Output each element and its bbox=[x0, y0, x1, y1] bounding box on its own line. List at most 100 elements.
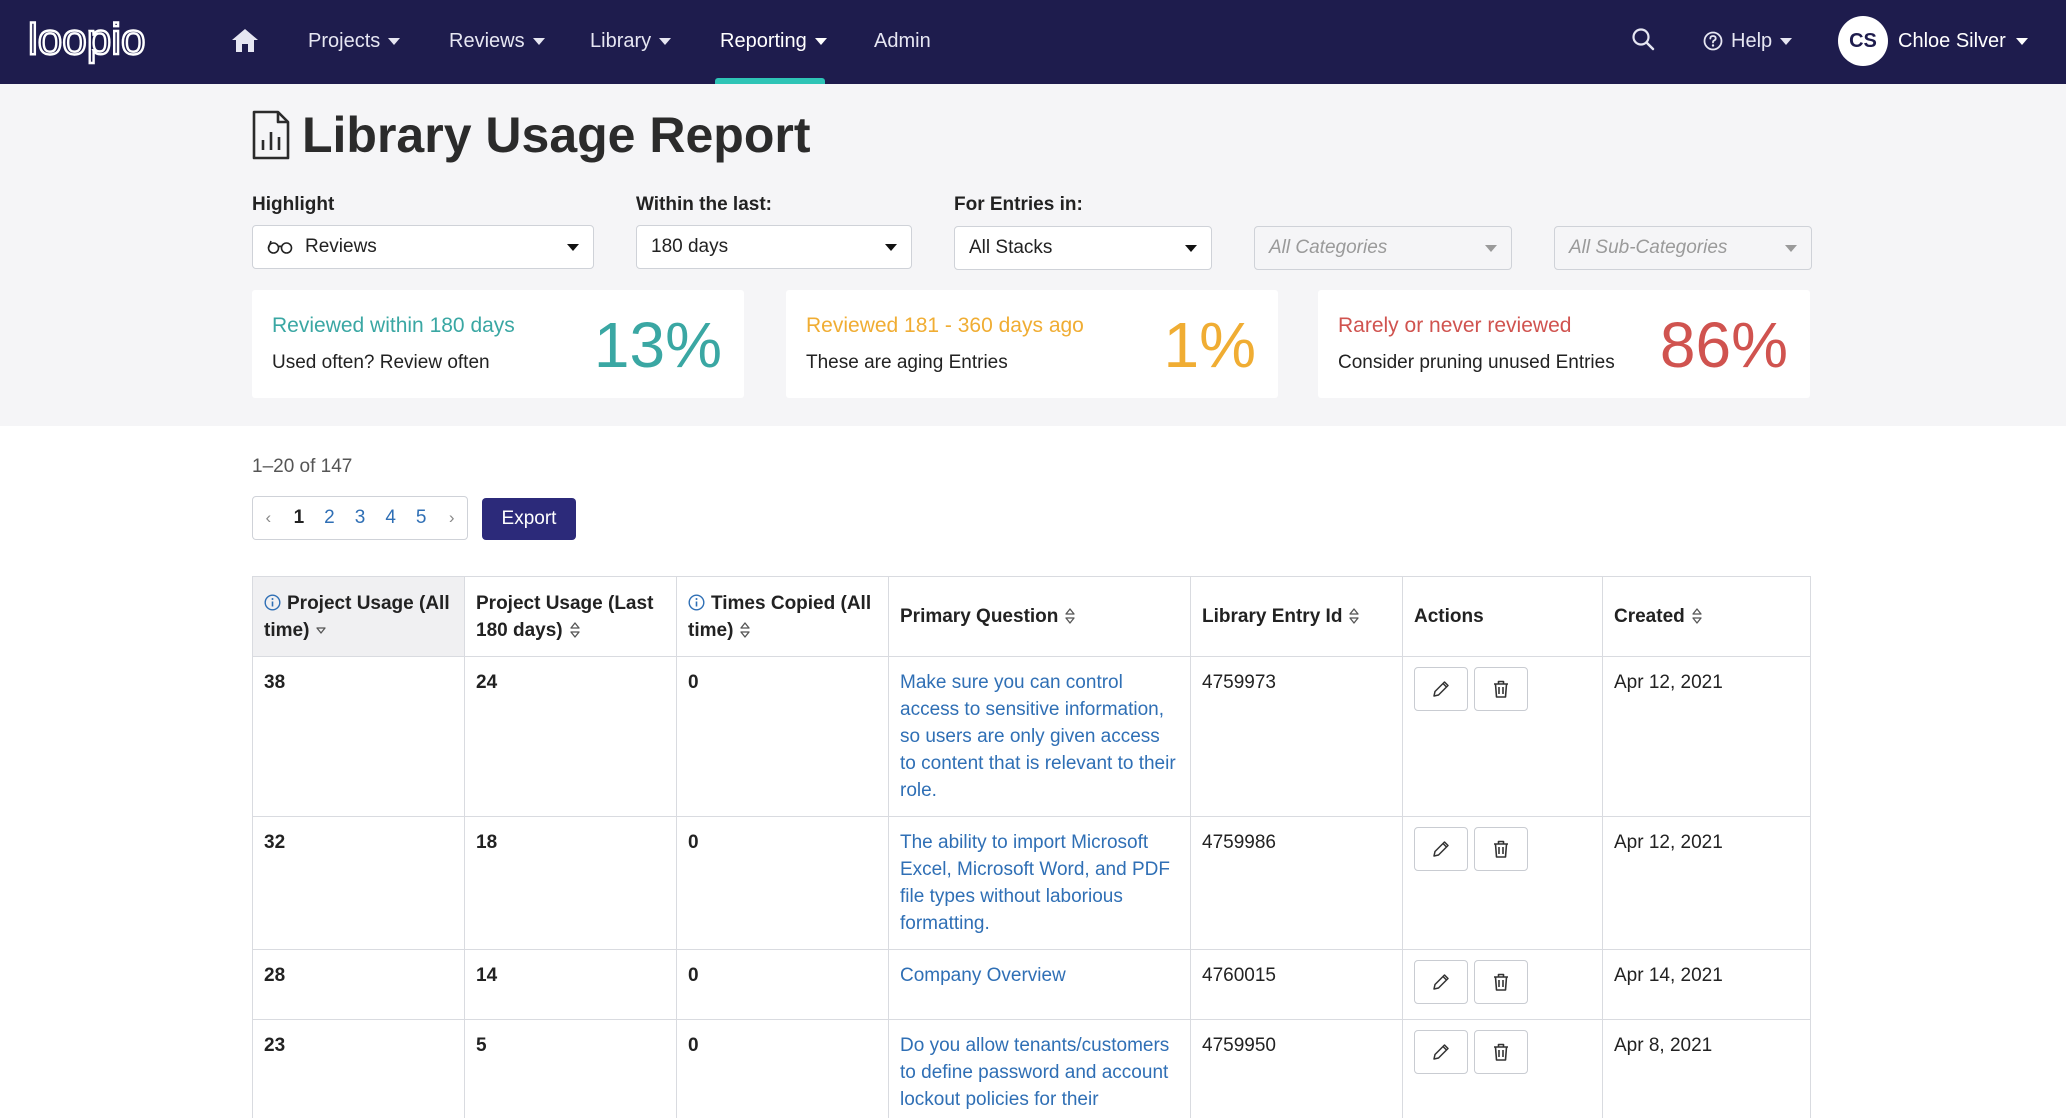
prev-page-button[interactable]: ‹ bbox=[253, 508, 284, 528]
cell-entry-id: 4759973 bbox=[1190, 656, 1403, 817]
sort-icon bbox=[1349, 608, 1360, 624]
cell-usage-180: 5 bbox=[464, 1019, 677, 1118]
categories-select[interactable]: All Categories bbox=[1254, 226, 1512, 270]
search-icon[interactable] bbox=[1630, 26, 1656, 52]
loopio-logo[interactable]: loopio bbox=[28, 14, 168, 68]
entries-label: For Entries in: bbox=[954, 194, 1083, 215]
cell-usage-all: 28 bbox=[252, 949, 465, 1020]
nav-reviews[interactable]: Reviews bbox=[449, 26, 545, 56]
chevron-down-icon bbox=[388, 37, 401, 45]
home-icon[interactable] bbox=[230, 26, 260, 54]
cell-usage-180: 14 bbox=[464, 949, 677, 1020]
glasses-icon bbox=[267, 240, 293, 254]
export-button[interactable]: Export bbox=[482, 498, 576, 540]
col-created[interactable]: Created bbox=[1602, 576, 1811, 657]
cell-created: Apr 12, 2021 bbox=[1602, 816, 1811, 950]
sort-icon bbox=[1692, 608, 1702, 624]
cell-times-copied: 0 bbox=[676, 816, 889, 950]
sort-desc-icon bbox=[316, 626, 327, 634]
card-title: Reviewed 181 - 360 days ago bbox=[806, 314, 1084, 337]
cell-primary-question-link[interactable]: Make sure you can control access to sens… bbox=[888, 656, 1191, 817]
cell-primary-question-link[interactable]: Do you allow tenants/customers to define… bbox=[888, 1019, 1191, 1118]
table-header-row: Project Usage (All time) Project Usage (… bbox=[252, 576, 1811, 657]
page-5[interactable]: 5 bbox=[406, 507, 437, 529]
pencil-icon bbox=[1433, 841, 1449, 857]
info-icon[interactable] bbox=[688, 593, 705, 611]
cell-actions bbox=[1402, 949, 1603, 1020]
card-reviewed-aging: Reviewed 181 - 360 days ago These are ag… bbox=[786, 290, 1278, 398]
cell-primary-question-link[interactable]: The ability to import Microsoft Excel, M… bbox=[888, 816, 1191, 950]
card-title: Rarely or never reviewed bbox=[1338, 314, 1572, 337]
help-icon bbox=[1703, 31, 1723, 51]
edit-button[interactable] bbox=[1414, 827, 1468, 871]
chevron-down-icon bbox=[885, 243, 897, 251]
report-chart-icon bbox=[252, 110, 290, 160]
cell-entry-id: 4759950 bbox=[1190, 1019, 1403, 1118]
pencil-icon bbox=[1433, 974, 1449, 990]
col-primary-question[interactable]: Primary Question bbox=[888, 576, 1191, 657]
nav-projects[interactable]: Projects bbox=[308, 26, 401, 56]
col-entry-id[interactable]: Library Entry Id bbox=[1190, 576, 1403, 657]
col-usage-all[interactable]: Project Usage (All time) bbox=[252, 576, 465, 657]
nav-admin[interactable]: Admin bbox=[874, 26, 931, 56]
page-4[interactable]: 4 bbox=[375, 507, 406, 529]
col-times-copied[interactable]: Times Copied (All time) bbox=[676, 576, 889, 657]
card-subtitle: These are aging Entries bbox=[806, 352, 1008, 373]
help-menu[interactable]: Help bbox=[1703, 26, 1793, 56]
pencil-icon bbox=[1433, 1044, 1449, 1060]
sort-icon bbox=[1065, 608, 1076, 624]
chevron-down-icon bbox=[567, 243, 579, 251]
cell-usage-all: 32 bbox=[252, 816, 465, 950]
delete-button[interactable] bbox=[1474, 1030, 1528, 1074]
within-select[interactable]: 180 days bbox=[636, 225, 912, 269]
chevron-down-icon bbox=[1785, 244, 1797, 252]
table-row: 32 18 0 The ability to import Microsoft … bbox=[252, 816, 1811, 950]
edit-button[interactable] bbox=[1414, 667, 1468, 711]
info-icon[interactable] bbox=[264, 593, 281, 611]
delete-button[interactable] bbox=[1474, 667, 1528, 711]
avatar[interactable]: CS bbox=[1838, 16, 1888, 66]
col-actions: Actions bbox=[1402, 576, 1603, 657]
cell-usage-all: 38 bbox=[252, 656, 465, 817]
cell-actions bbox=[1402, 656, 1603, 817]
cell-primary-question-link[interactable]: Company Overview bbox=[888, 949, 1191, 1020]
highlight-select[interactable]: Reviews bbox=[252, 225, 594, 269]
trash-icon bbox=[1494, 840, 1508, 858]
col-usage-180[interactable]: Project Usage (Last 180 days) bbox=[464, 576, 677, 657]
top-navbar: loopio Projects Reviews Library Reportin… bbox=[0, 0, 2066, 84]
pagination: ‹ 1 2 3 4 5 › bbox=[252, 496, 468, 540]
cell-created: Apr 14, 2021 bbox=[1602, 949, 1811, 1020]
subcategories-select[interactable]: All Sub-Categories bbox=[1554, 226, 1812, 270]
edit-button[interactable] bbox=[1414, 1030, 1468, 1074]
edit-button[interactable] bbox=[1414, 960, 1468, 1004]
usage-table: Project Usage (All time) Project Usage (… bbox=[252, 576, 1811, 1118]
card-subtitle: Used often? Review often bbox=[272, 352, 490, 373]
chevron-down-icon bbox=[1485, 244, 1497, 252]
results-range: 1–20 of 147 bbox=[252, 456, 353, 477]
next-page-button[interactable]: › bbox=[436, 508, 467, 528]
cell-created: Apr 8, 2021 bbox=[1602, 1019, 1811, 1118]
delete-button[interactable] bbox=[1474, 827, 1528, 871]
cell-entry-id: 4759986 bbox=[1190, 816, 1403, 950]
chevron-down-icon bbox=[1185, 244, 1197, 252]
trash-icon bbox=[1494, 680, 1508, 698]
chevron-down-icon bbox=[1780, 37, 1793, 45]
within-label: Within the last: bbox=[636, 194, 772, 215]
page-1[interactable]: 1 bbox=[284, 507, 315, 529]
nav-reporting[interactable]: Reporting bbox=[720, 26, 827, 56]
chevron-down-icon bbox=[659, 37, 672, 45]
cell-usage-all: 23 bbox=[252, 1019, 465, 1118]
card-percent: 13% bbox=[593, 309, 722, 381]
user-menu[interactable]: Chloe Silver bbox=[1898, 26, 2028, 56]
card-percent: 1% bbox=[1163, 309, 1257, 381]
chevron-down-icon bbox=[814, 37, 827, 45]
sort-icon bbox=[740, 621, 751, 638]
nav-library[interactable]: Library bbox=[590, 26, 672, 56]
cell-times-copied: 0 bbox=[676, 656, 889, 817]
page-2[interactable]: 2 bbox=[314, 507, 345, 529]
highlight-label: Highlight bbox=[252, 194, 335, 215]
page-3[interactable]: 3 bbox=[345, 507, 376, 529]
trash-icon bbox=[1494, 1043, 1508, 1061]
stacks-select[interactable]: All Stacks bbox=[954, 226, 1212, 270]
delete-button[interactable] bbox=[1474, 960, 1528, 1004]
